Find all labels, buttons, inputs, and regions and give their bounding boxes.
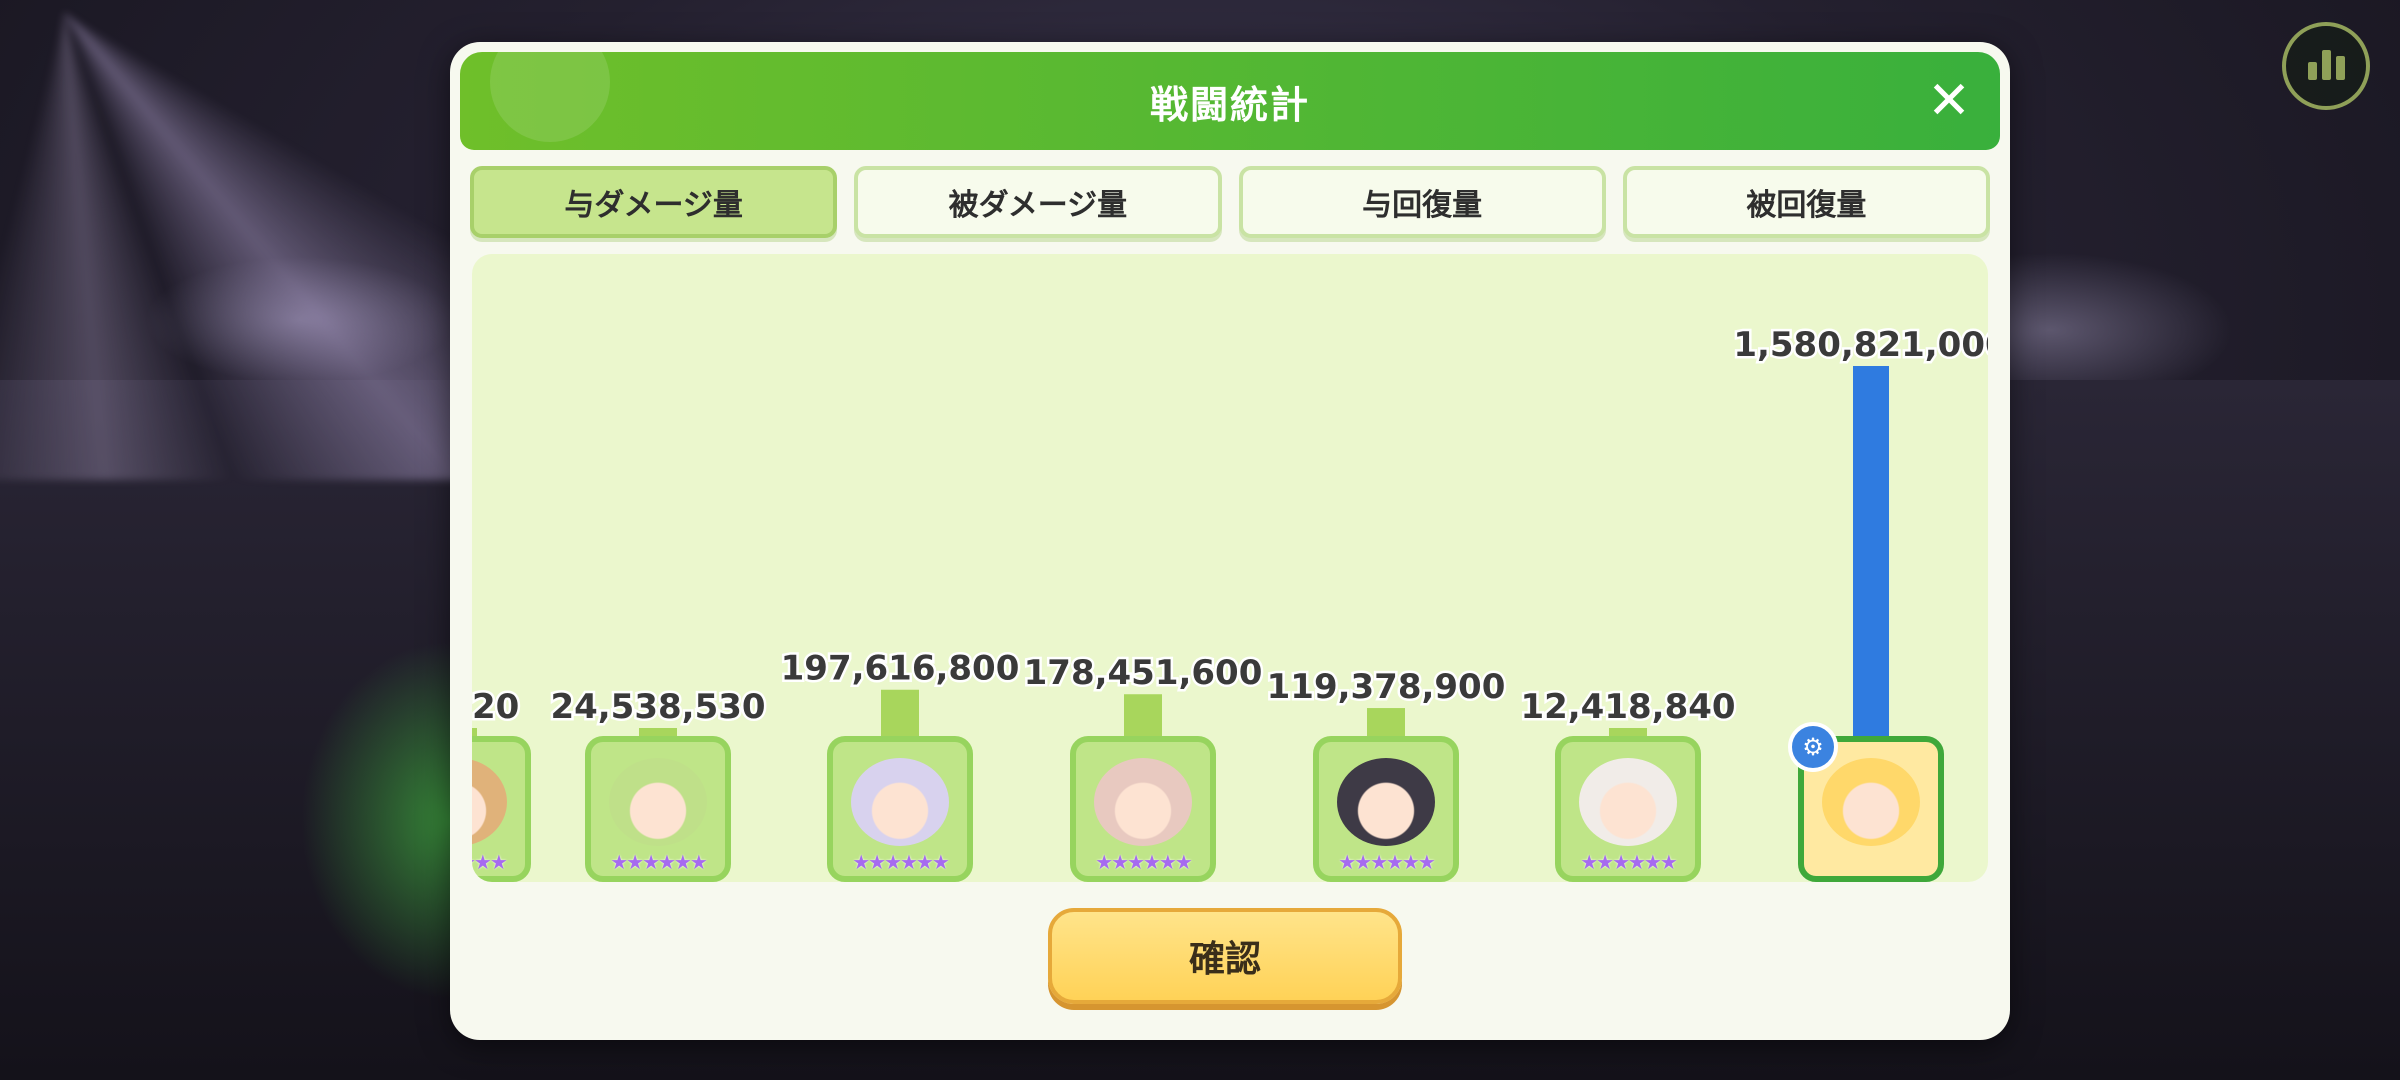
star-rating-icon: ★★★★★★ [1580,850,1678,874]
dialog-title: 戦闘統計 [1149,82,1310,127]
character-avatar [851,758,949,846]
character-portrait[interactable]: ★★★★★★ [1313,736,1459,882]
character-portrait[interactable]: ★★★★★★ [585,736,731,882]
bar-6 [1609,728,1647,736]
battle-stats-icon[interactable] [2282,22,2370,110]
bar-value-label: 24,538,530 [550,687,765,727]
bar-value-label: 197,616,800 [781,649,1020,689]
bar-2 [639,728,677,736]
character-avatar [1337,758,1435,846]
leader-badge-icon: ⚙ [1788,722,1838,772]
star-rating-icon: ★★★★★★ [610,850,708,874]
character-avatar [609,758,707,846]
character-portrait[interactable]: ★★★★★★ [1070,736,1216,882]
bar-3 [881,689,919,736]
close-icon[interactable]: ✕ [1924,75,1974,127]
tab-healing-done[interactable]: 与回復量 [1238,166,1606,238]
tab-healing-received[interactable]: 被回復量 [1622,166,1990,238]
bar-7 [1853,366,1889,736]
star-rating-icon: ★★★★★★ [472,850,508,874]
character-avatar [1579,758,1677,846]
confirm-button[interactable]: 確認 [1048,908,1402,1004]
bar-1 [472,728,477,736]
bar-value-label: 1,580,821,000 [1733,325,1988,365]
bar-4 [1124,694,1162,736]
bar-value-label: 178,451,600 [1024,653,1263,693]
dialog-header: 戦闘統計 ✕ [460,52,2000,150]
bar-value-label: 119,378,900 [1267,667,1506,707]
character-portrait[interactable]: ★★★★★★ [1555,736,1701,882]
character-avatar [1094,758,1192,846]
damage-chart: 20 24,538,530 197,616,800 178,451,600 119,37… [472,254,1988,882]
bar-value-label: 12,418,840 [1520,687,1735,727]
bar-5 [1367,708,1405,736]
background-light-rays [0,0,480,480]
stats-tabs: 与ダメージ量 被ダメージ量 与回復量 被回復量 [470,166,1990,238]
tab-damage-taken[interactable]: 被ダメージ量 [854,166,1222,238]
star-rating-icon: ★★★★★★ [852,850,950,874]
battle-stats-dialog: 戦闘統計 ✕ 与ダメージ量 被ダメージ量 与回復量 被回復量 20 24,538,… [450,42,2010,1040]
tab-damage-dealt[interactable]: 与ダメージ量 [470,166,838,238]
star-rating-icon: ★★★★★★ [1095,850,1193,874]
star-rating-icon: ★★★★★★ [1338,850,1436,874]
character-portrait[interactable]: ★★★★★★ [827,736,973,882]
character-avatar [1822,758,1920,846]
character-avatar [472,758,507,846]
character-portrait[interactable]: ★★★★★★ [472,736,531,882]
bar-value-label: 20 [472,687,519,727]
